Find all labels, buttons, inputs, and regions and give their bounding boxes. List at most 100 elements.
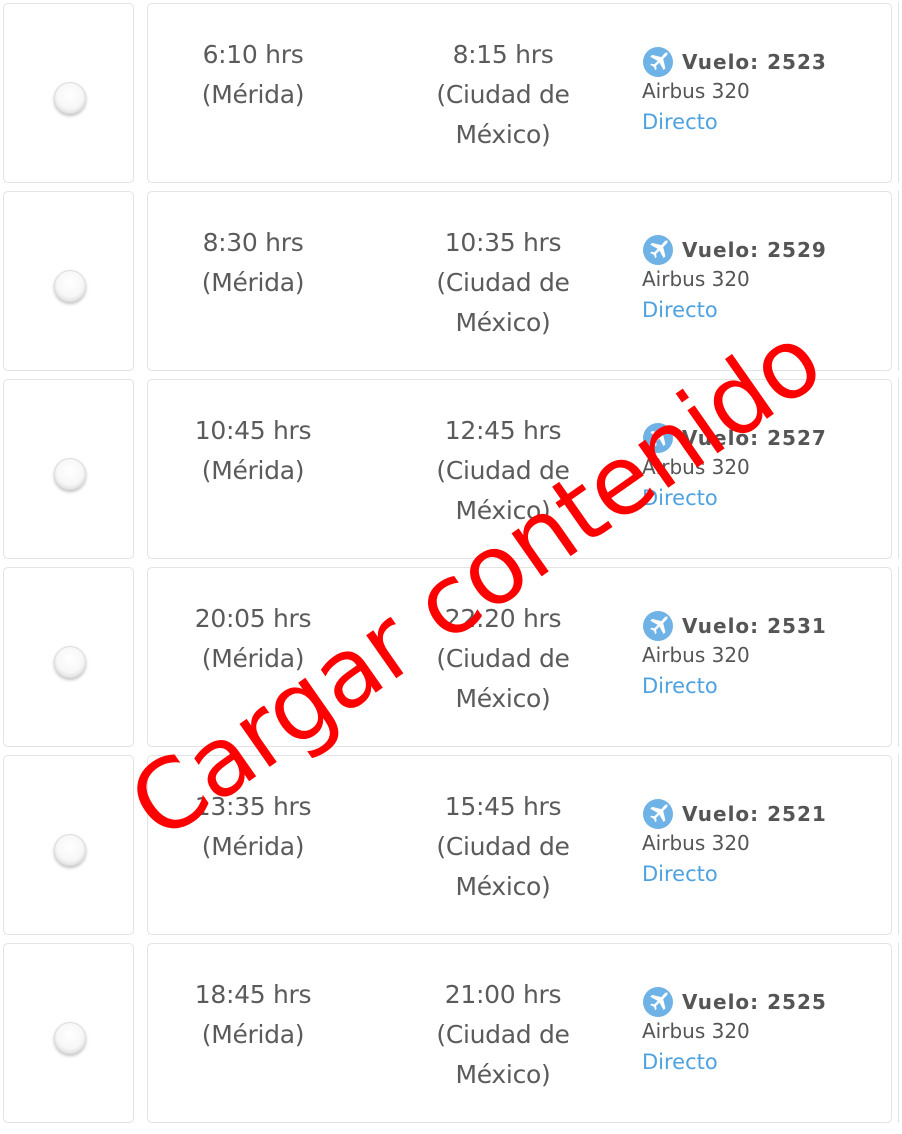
adjacent-column-edge bbox=[898, 755, 902, 935]
arrival-city-line2: México) bbox=[455, 120, 551, 149]
flight-number-line: Vuelo: 2525 bbox=[642, 986, 892, 1018]
aircraft-model: Airbus 320 bbox=[642, 831, 750, 855]
arrival-column: 10:35 hrs (Ciudad de México) bbox=[403, 223, 603, 343]
departure-column: 8:30 hrs (Mérida) bbox=[153, 223, 353, 303]
aircraft-model: Airbus 320 bbox=[642, 79, 750, 103]
arrival-city-line2: México) bbox=[455, 684, 551, 713]
departure-column: 10:45 hrs (Mérida) bbox=[153, 411, 353, 491]
departure-time: 18:45 hrs bbox=[194, 980, 312, 1009]
flight-number-line: Vuelo: 2523 bbox=[642, 46, 892, 78]
flight-select-radio[interactable] bbox=[54, 458, 86, 490]
flight-row: 18:45 hrs (Mérida) 21:00 hrs (Ciudad de … bbox=[0, 943, 902, 1125]
departure-column: 13:35 hrs (Mérida) bbox=[153, 787, 353, 867]
flight-row: 6:10 hrs (Mérida) 8:15 hrs (Ciudad de Mé… bbox=[0, 3, 902, 185]
departure-column: 6:10 hrs (Mérida) bbox=[153, 35, 353, 115]
arrival-city-line1: (Ciudad de bbox=[436, 832, 570, 861]
departure-time: 20:05 hrs bbox=[194, 604, 312, 633]
departure-city: (Mérida) bbox=[201, 268, 305, 297]
flight-number: Vuelo: 2523 bbox=[682, 50, 827, 74]
flight-select-cell bbox=[3, 3, 134, 183]
flight-details: Vuelo: 2525 Airbus 320 Directo bbox=[642, 986, 892, 1078]
flight-details: Vuelo: 2527 Airbus 320 Directo bbox=[642, 422, 892, 514]
flight-select-cell bbox=[3, 755, 134, 935]
departure-city: (Mérida) bbox=[201, 832, 305, 861]
arrival-time: 10:35 hrs bbox=[444, 228, 562, 257]
route-type-link[interactable]: Directo bbox=[642, 482, 892, 514]
departure-time: 8:30 hrs bbox=[202, 228, 304, 257]
departure-time: 13:35 hrs bbox=[194, 792, 312, 821]
airplane-icon bbox=[643, 47, 673, 77]
flight-select-radio[interactable] bbox=[54, 646, 86, 678]
flight-select-cell bbox=[3, 567, 134, 747]
flight-details: Vuelo: 2529 Airbus 320 Directo bbox=[642, 234, 892, 326]
flight-number-line: Vuelo: 2531 bbox=[642, 610, 892, 642]
aircraft-model: Airbus 320 bbox=[642, 267, 750, 291]
route-type-link[interactable]: Directo bbox=[642, 106, 892, 138]
arrival-city-line1: (Ciudad de bbox=[436, 80, 570, 109]
flight-details: Vuelo: 2523 Airbus 320 Directo bbox=[642, 46, 892, 138]
adjacent-column-edge bbox=[898, 567, 902, 747]
flight-details: Vuelo: 2531 Airbus 320 Directo bbox=[642, 610, 892, 702]
arrival-city-line2: México) bbox=[455, 1060, 551, 1089]
arrival-time: 15:45 hrs bbox=[444, 792, 562, 821]
arrival-column: 12:45 hrs (Ciudad de México) bbox=[403, 411, 603, 531]
flight-row: 13:35 hrs (Mérida) 15:45 hrs (Ciudad de … bbox=[0, 755, 902, 937]
aircraft-model: Airbus 320 bbox=[642, 455, 750, 479]
departure-city: (Mérida) bbox=[201, 644, 305, 673]
airplane-icon bbox=[643, 611, 673, 641]
flight-select-radio[interactable] bbox=[54, 1022, 86, 1054]
arrival-city-line1: (Ciudad de bbox=[436, 456, 570, 485]
adjacent-column-edge bbox=[898, 3, 902, 183]
airplane-icon bbox=[643, 987, 673, 1017]
flight-row: 20:05 hrs (Mérida) 22:20 hrs (Ciudad de … bbox=[0, 567, 902, 749]
flight-select-radio[interactable] bbox=[54, 834, 86, 866]
departure-time: 6:10 hrs bbox=[202, 40, 304, 69]
arrival-city-line1: (Ciudad de bbox=[436, 644, 570, 673]
flight-number: Vuelo: 2531 bbox=[682, 614, 827, 638]
arrival-column: 22:20 hrs (Ciudad de México) bbox=[403, 599, 603, 719]
departure-column: 18:45 hrs (Mérida) bbox=[153, 975, 353, 1055]
flight-details: Vuelo: 2521 Airbus 320 Directo bbox=[642, 798, 892, 890]
flight-select-cell bbox=[3, 191, 134, 371]
flight-row: 8:30 hrs (Mérida) 10:35 hrs (Ciudad de M… bbox=[0, 191, 902, 373]
departure-city: (Mérida) bbox=[201, 80, 305, 109]
departure-time: 10:45 hrs bbox=[194, 416, 312, 445]
flight-number-line: Vuelo: 2529 bbox=[642, 234, 892, 266]
airplane-icon bbox=[643, 423, 673, 453]
flight-row: 10:45 hrs (Mérida) 12:45 hrs (Ciudad de … bbox=[0, 379, 902, 561]
flight-select-cell bbox=[3, 943, 134, 1123]
flight-number-line: Vuelo: 2521 bbox=[642, 798, 892, 830]
arrival-city-line2: México) bbox=[455, 496, 551, 525]
arrival-column: 15:45 hrs (Ciudad de México) bbox=[403, 787, 603, 907]
arrival-time: 8:15 hrs bbox=[452, 40, 554, 69]
route-type-link[interactable]: Directo bbox=[642, 670, 892, 702]
arrival-column: 21:00 hrs (Ciudad de México) bbox=[403, 975, 603, 1095]
airplane-icon bbox=[643, 235, 673, 265]
adjacent-column-edge bbox=[898, 379, 902, 559]
adjacent-column-edge bbox=[898, 943, 902, 1123]
route-type-link[interactable]: Directo bbox=[642, 294, 892, 326]
flight-number: Vuelo: 2527 bbox=[682, 426, 827, 450]
arrival-city-line1: (Ciudad de bbox=[436, 268, 570, 297]
arrival-time: 21:00 hrs bbox=[444, 980, 562, 1009]
route-type-link[interactable]: Directo bbox=[642, 858, 892, 890]
flight-number: Vuelo: 2529 bbox=[682, 238, 827, 262]
aircraft-model: Airbus 320 bbox=[642, 643, 750, 667]
flight-number-line: Vuelo: 2527 bbox=[642, 422, 892, 454]
adjacent-column-edge bbox=[898, 191, 902, 371]
flight-select-radio[interactable] bbox=[54, 82, 86, 114]
arrival-time: 12:45 hrs bbox=[444, 416, 562, 445]
departure-column: 20:05 hrs (Mérida) bbox=[153, 599, 353, 679]
arrival-city-line1: (Ciudad de bbox=[436, 1020, 570, 1049]
flight-number: Vuelo: 2525 bbox=[682, 990, 827, 1014]
arrival-column: 8:15 hrs (Ciudad de México) bbox=[403, 35, 603, 155]
departure-city: (Mérida) bbox=[201, 456, 305, 485]
arrival-time: 22:20 hrs bbox=[444, 604, 562, 633]
arrival-city-line2: México) bbox=[455, 308, 551, 337]
flight-select-radio[interactable] bbox=[54, 270, 86, 302]
flight-select-cell bbox=[3, 379, 134, 559]
aircraft-model: Airbus 320 bbox=[642, 1019, 750, 1043]
flight-number: Vuelo: 2521 bbox=[682, 802, 827, 826]
departure-city: (Mérida) bbox=[201, 1020, 305, 1049]
route-type-link[interactable]: Directo bbox=[642, 1046, 892, 1078]
